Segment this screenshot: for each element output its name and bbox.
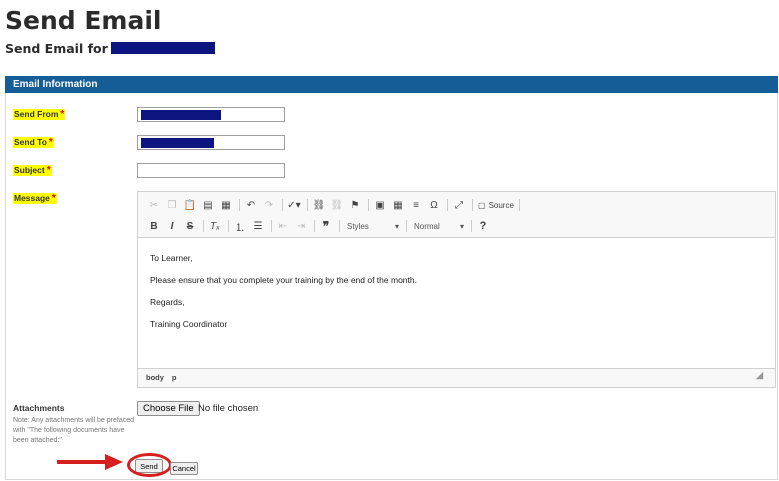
toolbar-row-2: B I S Tₓ ⒈ ☰ ⇤ ⇥ ❞ Styles ▾ Normal ▾ ? [146,218,493,234]
remove-format-icon[interactable]: Tₓ [207,218,223,234]
redacted-value [141,138,214,148]
redacted-name [110,42,215,54]
toolbar-separator [282,199,283,211]
copy-icon[interactable]: ❐ [164,197,180,213]
annotation-circle [127,453,172,477]
source-button[interactable]: ▢ Source [476,201,516,210]
special-char-icon[interactable]: Ω [426,197,442,213]
toolbar-separator [314,220,315,232]
unlink-icon[interactable]: ⛓ [329,197,345,213]
spellcheck-icon[interactable]: ✓▾ [286,197,302,213]
bold-icon[interactable]: B [146,218,162,234]
format-label: Normal [414,221,440,231]
help-icon[interactable]: ? [475,218,491,234]
toolbar-separator [518,199,520,211]
send-from-label: Send From * [13,109,66,120]
toolbar-separator [228,220,229,232]
paste-icon[interactable]: 📋 [182,197,198,213]
content-line: Please ensure that you complete your tra… [150,275,417,285]
chevron-down-icon: ▾ [394,221,399,231]
redacted-value [141,110,221,120]
editor-statusbar: body p ◢ [138,368,775,387]
required-marker: * [46,165,51,176]
numbered-list-icon[interactable]: ⒈ [232,218,248,234]
styles-label: Styles [347,221,369,231]
content-line: Regards, [150,297,185,307]
message-label-text: Message [14,193,50,203]
toolbar-separator [368,199,369,211]
annotation-arrow-icon [57,454,123,470]
page-subtitle: Send Email for [5,41,215,56]
styles-dropdown[interactable]: Styles ▾ [343,219,403,233]
no-file-text: No file chosen [198,403,259,414]
toolbar-separator [239,199,240,211]
subject-label-text: Subject [14,165,45,175]
send-from-input[interactable] [137,107,285,122]
required-marker: * [48,137,53,148]
send-to-input[interactable] [137,135,285,150]
toolbar-separator [472,199,473,211]
source-label: Source [488,200,514,210]
chevron-down-icon: ▾ [459,221,464,231]
path-body[interactable]: body [146,373,164,382]
send-to-label-text: Send To [14,137,47,147]
format-dropdown[interactable]: Normal ▾ [410,219,468,233]
path-p[interactable]: p [172,373,177,382]
undo-icon[interactable]: ↶ [243,197,259,213]
table-icon[interactable]: ▦ [390,197,406,213]
maximize-icon[interactable]: ⤢ [451,197,467,213]
panel-header: Email Information [5,76,778,93]
send-from-label-text: Send From [14,109,59,119]
subject-input[interactable] [137,163,285,178]
paste-word-icon[interactable]: ▦ [218,197,234,213]
content-line: To Learner, [150,253,193,263]
message-label: Message * [13,193,57,204]
source-icon: ▢ [478,200,486,210]
cancel-button[interactable]: Cancel [170,462,198,475]
toolbar-separator [447,199,448,211]
toolbar-separator [203,220,204,232]
blockquote-icon[interactable]: ❞ [318,218,334,234]
required-marker: * [60,109,65,120]
toolbar-row-1: ✂ ❐ 📋 ▤ ▦ ↶ ↷ ✓▾ ⛓ ⛓ ⚑ ▣ ▦ ≡ Ω ⤢ ▢ Source [146,197,523,213]
page-subtitle-text: Send Email for [5,41,108,56]
toolbar-separator [271,220,272,232]
page-title: Send Email [5,6,162,35]
italic-icon[interactable]: I [164,218,180,234]
attachments-note: Note: Any attachments will be prefaced w… [13,417,135,444]
editor-content[interactable]: To Learner, Please ensure that you compl… [138,238,775,369]
toolbar-separator [307,199,308,211]
paste-text-icon[interactable]: ▤ [200,197,216,213]
attachments-label: Attachments [13,403,65,413]
editor-toolbar: ✂ ❐ 📋 ▤ ▦ ↶ ↷ ✓▾ ⛓ ⛓ ⚑ ▣ ▦ ≡ Ω ⤢ ▢ Source [138,192,775,238]
anchor-icon[interactable]: ⚑ [347,197,363,213]
indent-icon[interactable]: ⇥ [293,218,309,234]
choose-file-button[interactable]: Choose File [137,401,200,416]
message-editor: ✂ ❐ 📋 ▤ ▦ ↶ ↷ ✓▾ ⛓ ⛓ ⚑ ▣ ▦ ≡ Ω ⤢ ▢ Source [137,191,776,388]
cut-icon[interactable]: ✂ [146,197,162,213]
outdent-icon[interactable]: ⇤ [275,218,291,234]
bulleted-list-icon[interactable]: ☰ [250,218,266,234]
send-to-label: Send To * [13,137,54,148]
horizontal-rule-icon[interactable]: ≡ [408,197,424,213]
required-marker: * [51,193,56,204]
toolbar-separator [339,220,340,232]
content-line: Training Coordinator [150,319,228,329]
toolbar-separator [471,220,472,232]
subject-label: Subject * [13,165,52,176]
image-icon[interactable]: ▣ [372,197,388,213]
toolbar-separator [406,220,407,232]
strikethrough-icon[interactable]: S [182,218,198,234]
redo-icon[interactable]: ↷ [261,197,277,213]
link-icon[interactable]: ⛓ [311,197,327,213]
resize-grip-icon[interactable]: ◢ [756,366,763,384]
